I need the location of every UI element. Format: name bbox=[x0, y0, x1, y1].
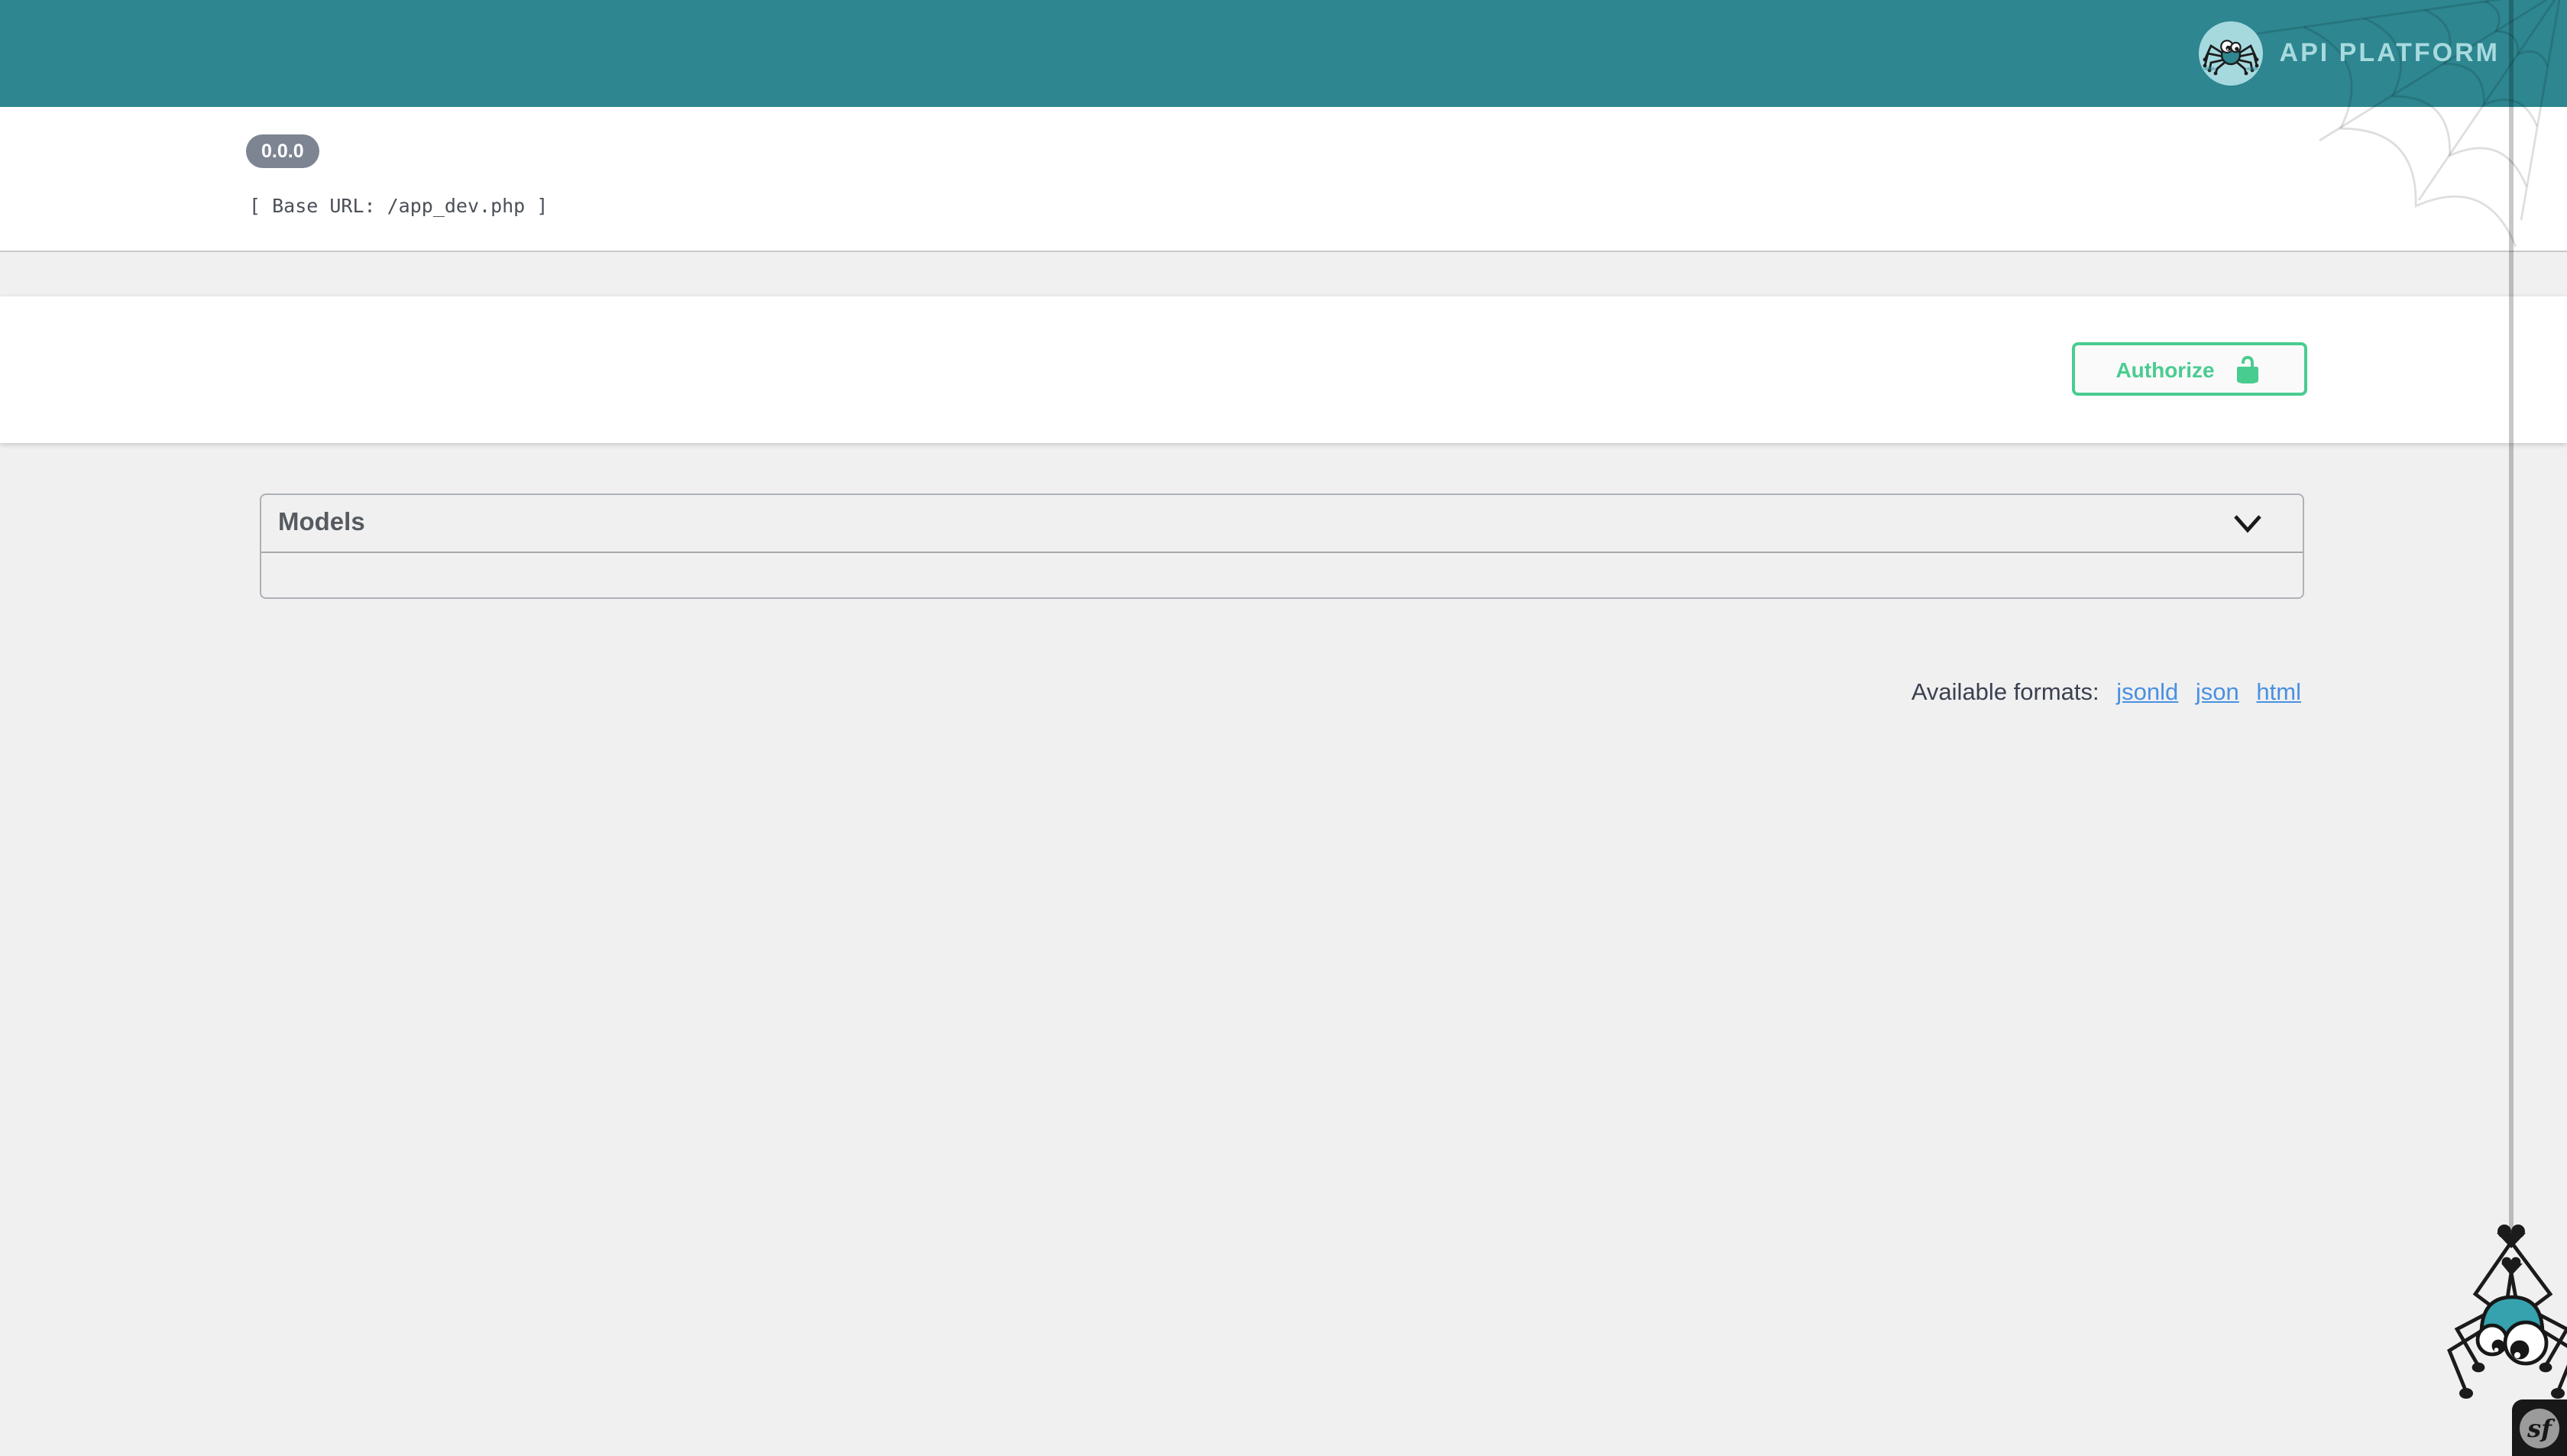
models-body bbox=[261, 553, 2303, 597]
filter-bar bbox=[0, 251, 2567, 296]
format-link-json[interactable]: json bbox=[2196, 680, 2239, 706]
symfony-icon: sf bbox=[2520, 1409, 2559, 1448]
base-url: [ Base URL: /app_dev.php ] bbox=[249, 193, 549, 216]
format-link-jsonld[interactable]: jsonld bbox=[2116, 680, 2178, 706]
models-title: Models bbox=[278, 509, 365, 536]
unlock-icon bbox=[2237, 355, 2259, 383]
symfony-logo-text: sf bbox=[2527, 1414, 2556, 1443]
version-badge: 0.0.0 bbox=[246, 134, 319, 167]
formats-label: Available formats: bbox=[1911, 680, 2099, 706]
authorize-label: Authorize bbox=[2115, 357, 2215, 381]
models-section: Models bbox=[260, 493, 2304, 599]
models-header[interactable]: Models bbox=[261, 495, 2303, 553]
authorize-button[interactable]: Authorize bbox=[2072, 342, 2307, 396]
format-link-html[interactable]: html bbox=[2256, 680, 2301, 706]
main-area: Models Available formats: jsonld json ht… bbox=[0, 443, 2567, 1456]
info-section: 0.0.0 [ Base URL: /app_dev.php ] bbox=[0, 107, 2567, 251]
brand-title: API PLATFORM bbox=[2279, 38, 2500, 67]
page: API PLATFORM 0.0.0 [ Base URL: /app_dev.… bbox=[0, 0, 2567, 1456]
top-header: API PLATFORM bbox=[0, 0, 2567, 107]
symfony-badge[interactable]: sf bbox=[2512, 1399, 2567, 1456]
brand-logo[interactable]: API PLATFORM bbox=[2198, 0, 2500, 107]
schemes-section: Authorize bbox=[0, 296, 2567, 443]
formats-line: Available formats: jsonld json html bbox=[260, 680, 2307, 707]
spider-logo-icon bbox=[2198, 21, 2263, 86]
chevron-down-icon[interactable] bbox=[2232, 513, 2263, 534]
